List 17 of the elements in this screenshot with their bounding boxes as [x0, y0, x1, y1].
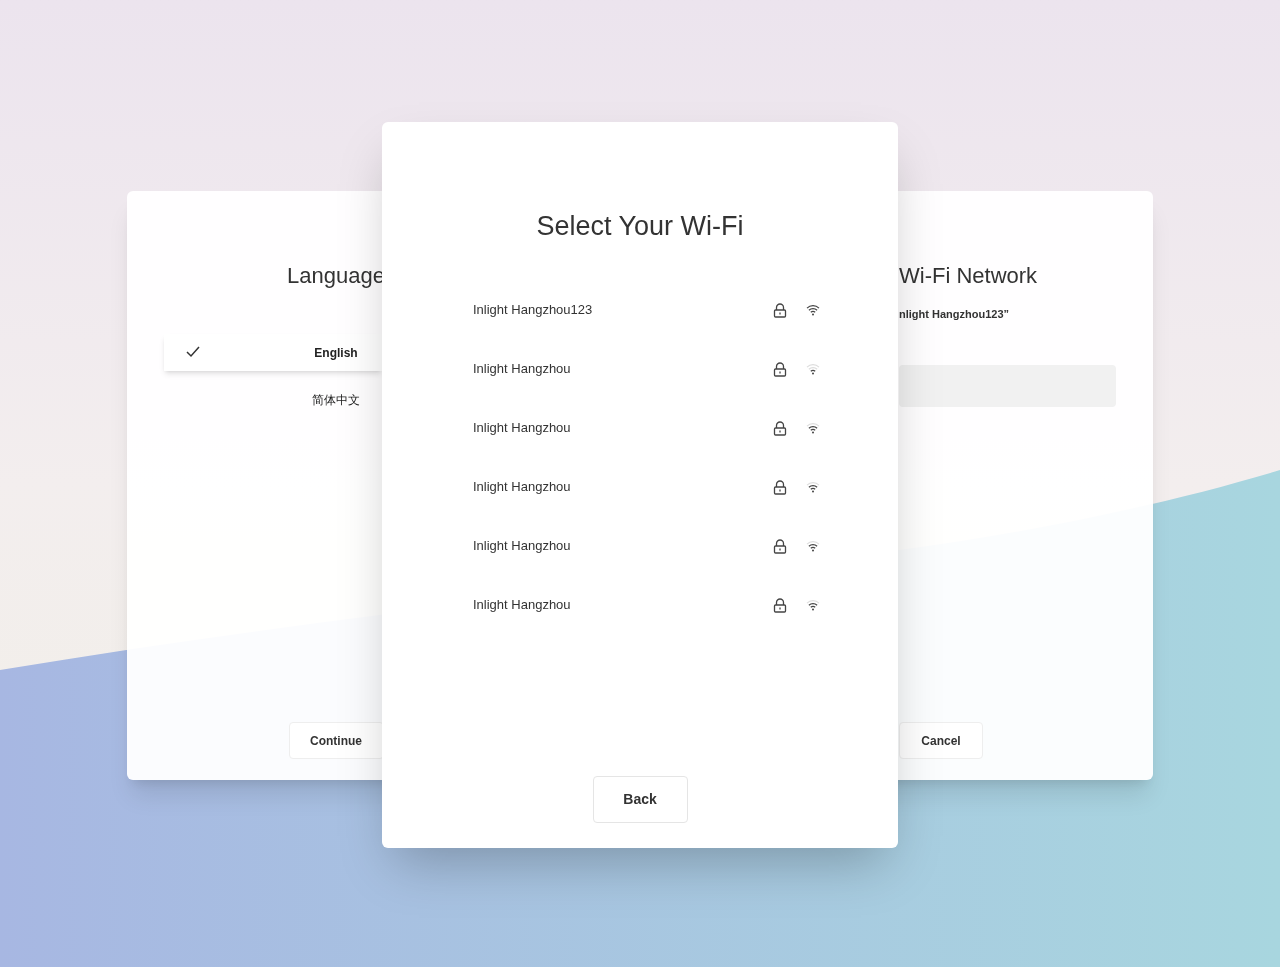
network-row[interactable]: Inlight Hangzhou — [382, 457, 898, 517]
network-row[interactable]: Inlight Hangzhou123 — [382, 280, 898, 340]
network-row[interactable]: Inlight Hangzhou — [382, 398, 898, 458]
network-name: nlight Hangzhou123” — [899, 307, 1009, 322]
password-field[interactable] — [899, 364, 1116, 407]
join-title: Wi-Fi Network — [899, 262, 1038, 290]
cancel-button[interactable]: Cancel — [899, 722, 983, 759]
language-option[interactable]: 简体中文 — [164, 381, 382, 418]
language-option[interactable]: English — [164, 334, 382, 371]
language-title: Language — [287, 262, 385, 290]
network-row[interactable]: Inlight Hangzhou — [382, 516, 898, 576]
checkmark-icon — [186, 346, 200, 358]
network-row[interactable]: Inlight Hangzhou — [382, 575, 898, 635]
network-row[interactable]: Inlight Hangzhou — [382, 339, 898, 399]
continue-button[interactable]: Continue — [288, 722, 384, 759]
back-button[interactable]: Back — [592, 776, 688, 823]
wifi-title: Select Your Wi-Fi — [536, 210, 744, 243]
